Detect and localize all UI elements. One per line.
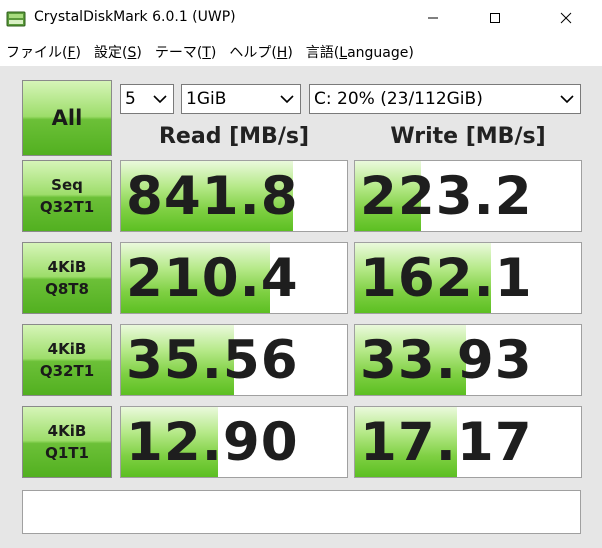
menu-file[interactable]: ファイル(F) xyxy=(6,42,81,62)
test-button-line2: Q32T1 xyxy=(39,362,95,380)
minimize-button[interactable] xyxy=(410,0,456,36)
write-value: 33.93 xyxy=(360,330,533,391)
chevron-down-icon xyxy=(153,95,167,104)
menu-theme-accel: T xyxy=(202,45,211,61)
menu-file-label: ファイル( xyxy=(6,45,68,61)
test-button-line1: 4KiB xyxy=(47,422,87,440)
read-result-cell: 12.90 xyxy=(120,406,348,478)
menu-help-suffix: ) xyxy=(287,45,293,61)
menu-bar: ファイル(F) 設定(S) テーマ(T) ヘルプ(H) 言語(Language) xyxy=(0,38,602,66)
close-button[interactable] xyxy=(543,0,589,36)
menu-help[interactable]: ヘルプ(H) xyxy=(229,42,292,62)
all-button-label: All xyxy=(51,106,83,130)
write-value: 162.1 xyxy=(360,248,533,309)
drive-select[interactable]: C: 20% (23/112GiB) xyxy=(309,84,581,114)
test-button-line2: Q8T8 xyxy=(45,280,89,298)
test-button-4kib-q32t1[interactable]: 4KiB Q32T1 xyxy=(22,324,112,396)
test-button-line1: 4KiB xyxy=(47,340,87,358)
main-panel: All 5 1GiB C: 20% (23/112GiB) Read [MB/s… xyxy=(0,66,602,548)
maximize-button[interactable] xyxy=(472,0,518,36)
menu-language[interactable]: 言語(Language) xyxy=(306,42,414,62)
test-button-line2: Q32T1 xyxy=(39,198,95,216)
write-result-cell: 33.93 xyxy=(354,324,582,396)
minimize-icon xyxy=(428,17,438,19)
read-header: Read [MB/s] xyxy=(158,124,309,149)
menu-file-accel: F xyxy=(67,45,76,61)
read-value: 35.56 xyxy=(126,330,299,391)
maximize-icon xyxy=(490,13,500,23)
menu-settings-label: 設定( xyxy=(94,45,128,61)
size-value: 1GiB xyxy=(186,89,227,109)
chevron-down-icon xyxy=(280,95,294,104)
menu-language-suffix: anguage) xyxy=(347,45,414,61)
close-icon xyxy=(560,12,572,24)
title-bar[interactable]: CrystalDiskMark 6.0.1 (UWP) xyxy=(0,0,602,38)
write-result-cell: 162.1 xyxy=(354,242,582,314)
menu-theme[interactable]: テーマ(T) xyxy=(155,42,217,62)
test-button-line1: 4KiB xyxy=(47,258,87,276)
count-value: 5 xyxy=(125,89,136,109)
all-button[interactable]: All xyxy=(22,80,112,156)
write-header: Write [MB/s] xyxy=(390,124,546,149)
read-value: 12.90 xyxy=(126,412,299,473)
write-value: 223.2 xyxy=(360,166,533,227)
menu-file-suffix: ) xyxy=(75,45,81,61)
window-title: CrystalDiskMark 6.0.1 (UWP) xyxy=(34,9,236,25)
disk-icon xyxy=(6,11,26,27)
write-result-cell: 17.17 xyxy=(354,406,582,478)
test-button-4kib-q8t8[interactable]: 4KiB Q8T8 xyxy=(22,242,112,314)
read-result-cell: 35.56 xyxy=(120,324,348,396)
drive-value: C: 20% (23/112GiB) xyxy=(314,89,483,109)
read-result-cell: 841.8 xyxy=(120,160,348,232)
menu-settings-suffix: ) xyxy=(136,45,142,61)
size-select[interactable]: 1GiB xyxy=(181,84,301,114)
test-button-4kib-q1t1[interactable]: 4KiB Q1T1 xyxy=(22,406,112,478)
read-result-cell: 210.4 xyxy=(120,242,348,314)
menu-help-label: ヘルプ( xyxy=(229,45,277,61)
menu-language-label: 言語( xyxy=(305,45,340,61)
chevron-down-icon xyxy=(560,95,574,104)
menu-theme-label: テーマ( xyxy=(154,45,203,61)
read-value: 210.4 xyxy=(126,248,299,309)
test-button-seq-q32t1[interactable]: Seq Q32T1 xyxy=(22,160,112,232)
write-result-cell: 223.2 xyxy=(354,160,582,232)
write-value: 17.17 xyxy=(360,412,533,473)
test-button-line2: Q1T1 xyxy=(45,444,89,462)
menu-theme-suffix: ) xyxy=(210,45,217,61)
test-button-line1: Seq xyxy=(51,176,83,194)
menu-settings[interactable]: 設定(S) xyxy=(94,42,142,62)
read-value: 841.8 xyxy=(126,166,299,227)
menu-help-accel: H xyxy=(276,45,288,61)
comment-input[interactable] xyxy=(22,490,581,534)
menu-language-accel: L xyxy=(339,45,348,61)
count-select[interactable]: 5 xyxy=(120,84,174,114)
